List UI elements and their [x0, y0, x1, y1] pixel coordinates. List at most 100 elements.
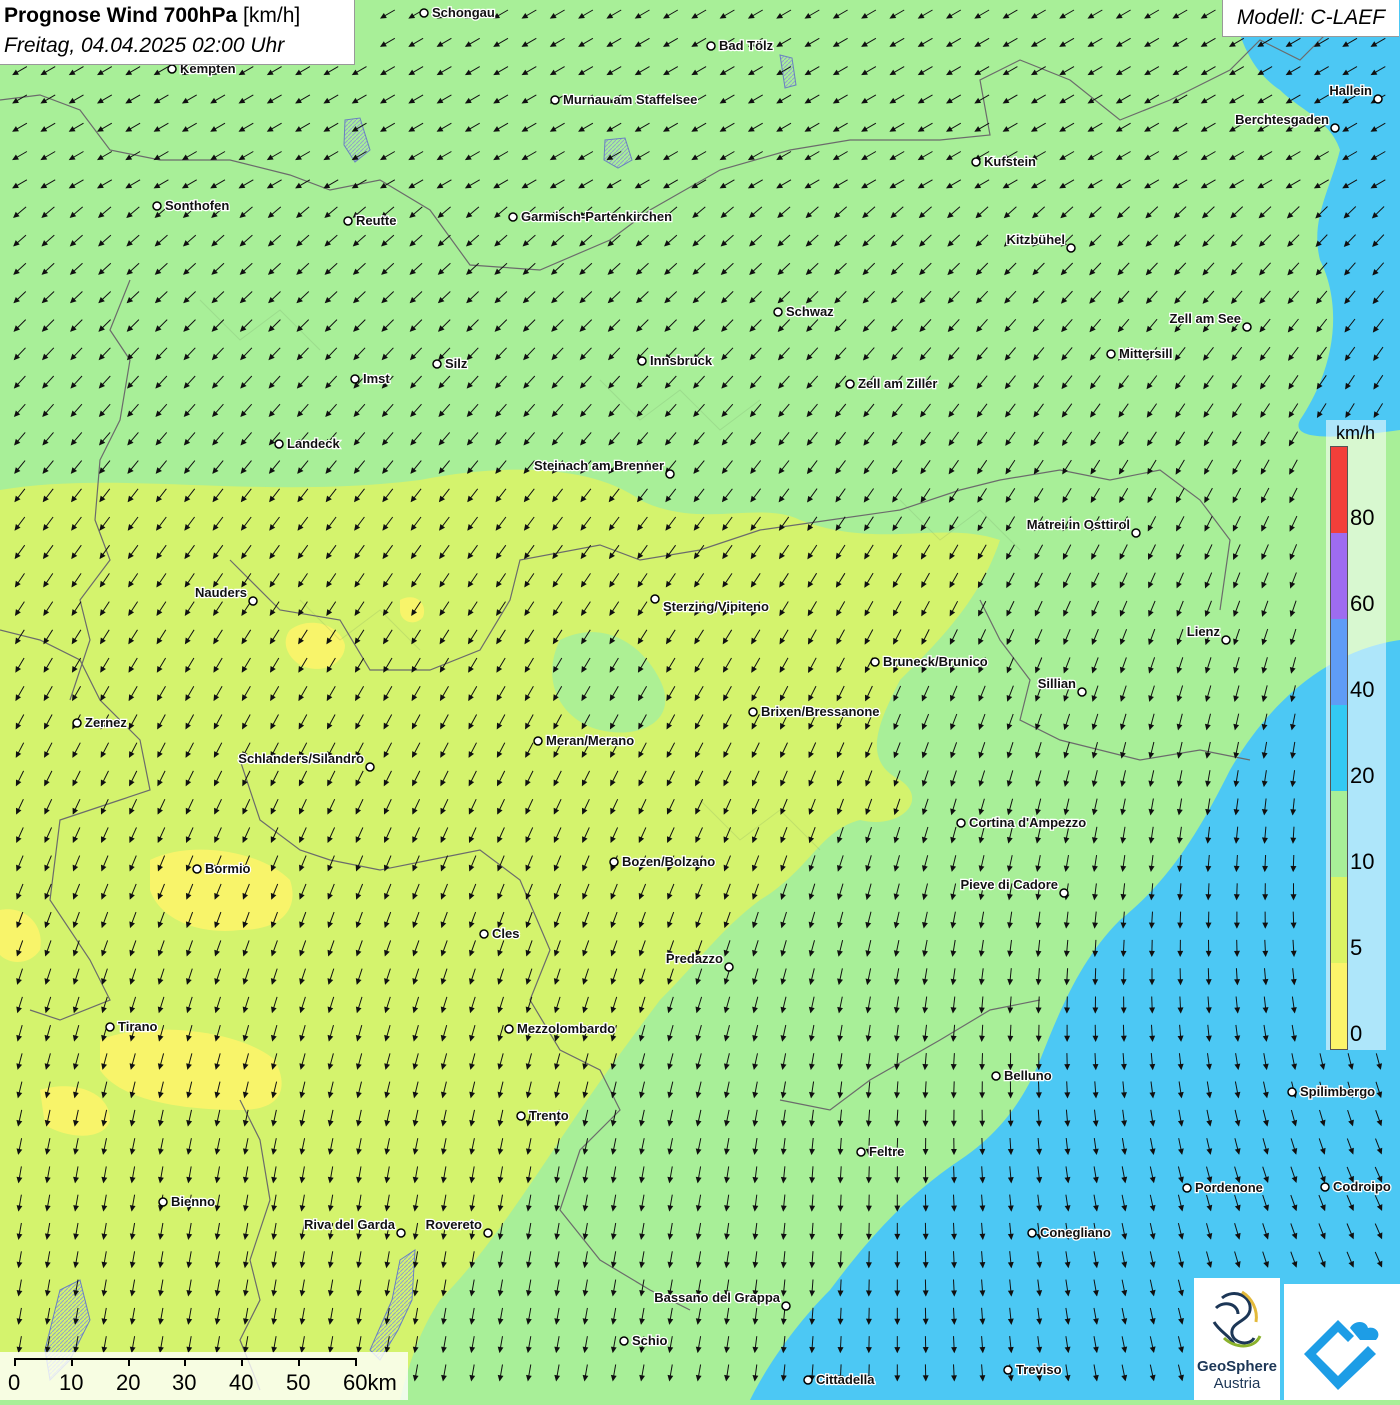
city-label: Sterzing/Vipiteno — [663, 599, 769, 614]
scale-tick — [14, 1358, 16, 1366]
city-label: Sonthofen — [165, 198, 229, 213]
city-label: Trento — [529, 1108, 569, 1123]
city-label: Kufstein — [984, 154, 1036, 169]
city-dot — [871, 658, 879, 666]
city-label: Feltre — [869, 1144, 904, 1159]
scale-label: 60km — [343, 1370, 397, 1396]
legend-tick-label: 0 — [1350, 1021, 1362, 1047]
city-label: Pordenone — [1195, 1180, 1263, 1195]
city-label: Spilimbergo — [1300, 1084, 1375, 1099]
city-dot — [249, 597, 257, 605]
legend-swatch — [1331, 963, 1347, 1050]
legend-colorbar — [1330, 446, 1348, 1050]
scale-label: 40 — [229, 1370, 253, 1396]
city-label: Zell am See — [1169, 311, 1241, 326]
city-dot — [275, 440, 283, 448]
city-label: Bormio — [205, 861, 251, 876]
legend-tick-label: 10 — [1350, 849, 1374, 875]
city-dot — [1183, 1184, 1191, 1192]
city-dot — [397, 1229, 405, 1237]
city-dot — [1004, 1366, 1012, 1374]
city-dot — [1331, 124, 1339, 132]
city-label: Predazzo — [666, 951, 723, 966]
city-label: Reutte — [356, 213, 396, 228]
scale-tick — [184, 1358, 186, 1366]
city-dot — [804, 1376, 812, 1384]
scale-tick — [71, 1358, 73, 1366]
city-dot — [638, 357, 646, 365]
city-label: Berchtesgaden — [1235, 112, 1329, 127]
city-label: Innsbruck — [650, 353, 713, 368]
city-dot — [857, 1148, 865, 1156]
legend-tick-label: 5 — [1350, 935, 1362, 961]
city-dot — [193, 865, 201, 873]
scale-tick — [128, 1358, 130, 1366]
city-dot — [1078, 688, 1086, 696]
city-dot — [1222, 636, 1230, 644]
city-dot — [420, 9, 428, 17]
city-dot — [1067, 244, 1075, 252]
city-label: Murnau am Staffelsee — [563, 92, 697, 107]
logo-name: GeoSphere — [1194, 1358, 1280, 1375]
city-label: Bozen/Bolzano — [622, 854, 715, 869]
city-dot — [433, 360, 441, 368]
city-label: Zernez — [85, 715, 127, 730]
legend-tick-label: 80 — [1350, 505, 1374, 531]
city-dot — [534, 737, 542, 745]
city-label: Mezzolombardo — [517, 1021, 615, 1036]
city-dot — [620, 1337, 628, 1345]
city-dot — [651, 595, 659, 603]
city-dot — [972, 158, 980, 166]
forecast-datetime: Freitag, 04.04.2025 02:00 Uhr — [4, 34, 284, 58]
city-dot — [159, 1198, 167, 1206]
app-logo — [1284, 1284, 1400, 1400]
city-dot — [725, 963, 733, 971]
geosphere-emblem-icon — [1194, 1278, 1280, 1358]
city-label: Cittadella — [816, 1372, 875, 1387]
city-dot — [351, 375, 359, 383]
map-title: Prognose Wind 700hPa [km/h] — [4, 4, 300, 28]
legend-swatch — [1331, 619, 1347, 706]
city-label: Bad Tölz — [719, 38, 774, 53]
city-dot — [153, 202, 161, 210]
city-dot — [505, 1025, 513, 1033]
city-label: Zell am Ziller — [858, 376, 937, 391]
legend-swatch — [1331, 877, 1347, 964]
city-label: Schio — [632, 1333, 667, 1348]
city-dot — [106, 1023, 114, 1031]
city-label: Tirano — [118, 1019, 158, 1034]
city-label: Meran/Merano — [546, 733, 634, 748]
city-label: Cortina d'Ampezzo — [969, 815, 1086, 830]
city-dot — [782, 1302, 790, 1310]
scale-label: 10 — [59, 1370, 83, 1396]
city-dot — [1028, 1229, 1036, 1237]
city-dot — [509, 213, 517, 221]
city-dot — [666, 470, 674, 478]
city-dot — [366, 763, 374, 771]
scale-label: 30 — [172, 1370, 196, 1396]
city-label: Schwaz — [786, 304, 834, 319]
scale-label: 20 — [116, 1370, 140, 1396]
legend-swatch — [1331, 705, 1347, 792]
city-label: Rovereto — [426, 1217, 482, 1232]
city-label: Lienz — [1187, 624, 1221, 639]
scale-label: 50 — [286, 1370, 310, 1396]
city-label: Pieve di Cadore — [960, 877, 1058, 892]
city-dot — [1107, 350, 1115, 358]
city-label: Brixen/Bressanone — [761, 704, 880, 719]
city-dot — [774, 308, 782, 316]
city-label: Bassano del Grappa — [654, 1290, 780, 1305]
city-dot — [610, 858, 618, 866]
city-label: Hallein — [1329, 83, 1372, 98]
city-dot — [1288, 1088, 1296, 1096]
scale-tick — [355, 1358, 357, 1366]
city-dot — [1060, 889, 1068, 897]
city-label: Nauders — [195, 585, 247, 600]
city-label: Matrei in Osttirol — [1027, 517, 1130, 532]
city-dot — [749, 708, 757, 716]
city-label: Silz — [445, 356, 468, 371]
city-label: Bienno — [171, 1194, 215, 1209]
legend-unit: km/h — [1336, 423, 1375, 444]
scale-tick — [241, 1358, 243, 1366]
city-dot — [480, 930, 488, 938]
